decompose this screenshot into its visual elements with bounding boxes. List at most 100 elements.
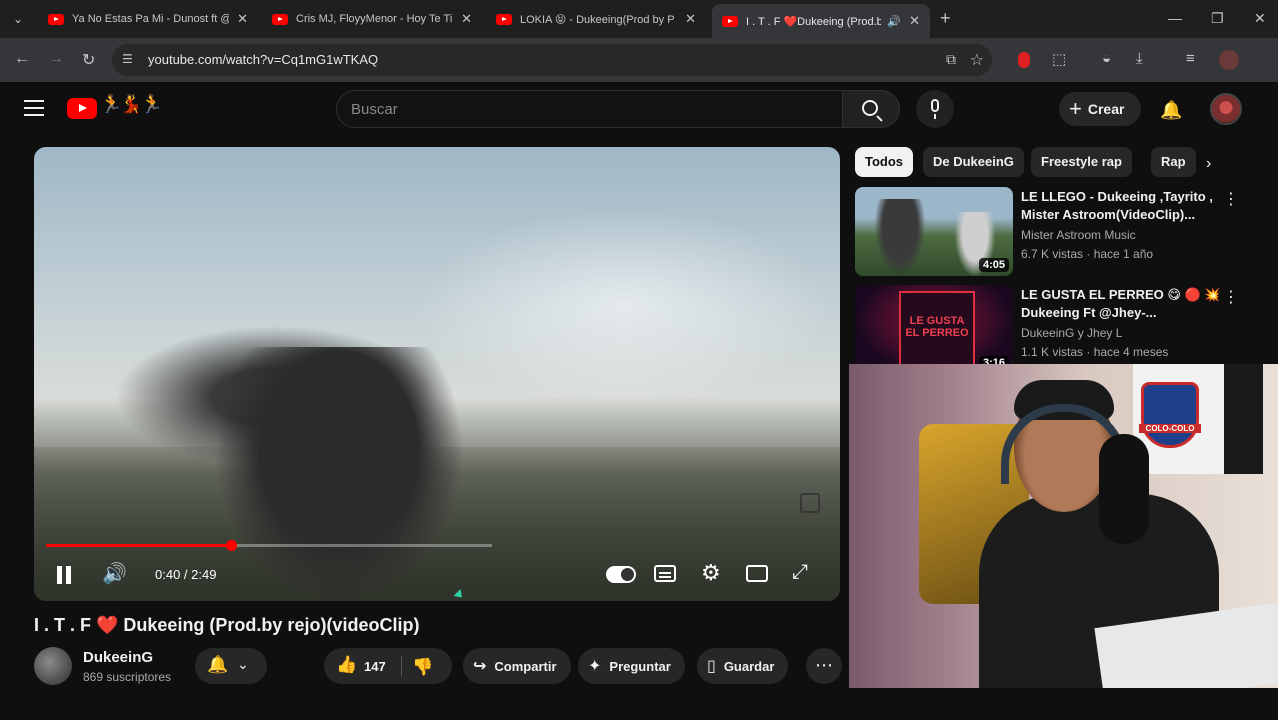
more-options-icon[interactable]: ⋮ <box>1223 287 1239 307</box>
webcam-overlay: COLO-COLO <box>849 364 1278 688</box>
install-app-icon[interactable]: ⧉ <box>946 51 956 68</box>
youtube-doodle[interactable]: 🏃💃🏃 <box>100 94 163 115</box>
save-label: Guardar <box>723 658 775 674</box>
fullscreen-icon[interactable]: ⤢ <box>792 561 808 584</box>
bookmark-star-icon[interactable]: ☆ <box>970 50 984 70</box>
minimize-icon[interactable]: — <box>1168 10 1182 26</box>
tab-search-icon[interactable]: ⌄ <box>6 8 30 30</box>
save-button[interactable]: ▯ Guardar <box>697 648 789 684</box>
browser-toolbar: ← → ↻ ☰ youtube.com/watch?v=Cq1mG1wTKAQ … <box>0 38 1278 82</box>
recommendation-channel[interactable]: DukeeinG y Jhey L <box>1021 326 1122 340</box>
sparkle-icon: ✦ <box>588 658 602 675</box>
chip-rap[interactable]: Rap <box>1151 147 1196 177</box>
chip-from-channel[interactable]: De DukeeinG <box>923 147 1024 177</box>
bell-icon: 🔔 <box>207 655 229 674</box>
download-icon[interactable]: ⤓ <box>1136 50 1143 67</box>
pause-icon[interactable] <box>56 566 72 584</box>
incognito-icon[interactable]: ◒ <box>1102 50 1111 67</box>
browser-tab-2[interactable]: Cris MJ, FloyyMenor - Hoy Te Ti ✕ <box>262 4 482 34</box>
close-window-icon[interactable]: ✕ <box>1254 10 1266 27</box>
like-count[interactable]: 147 <box>364 659 386 674</box>
share-button[interactable]: ↪ Compartir <box>463 648 571 684</box>
tab-title: Ya No Estas Pa Mi - Dunost ft @ <box>72 13 230 25</box>
recommendation-channel[interactable]: Mister Astroom Music <box>1021 228 1136 242</box>
like-dislike-group: 👍 147 👍 <box>324 648 452 684</box>
chevron-right-icon[interactable]: › <box>1206 155 1211 173</box>
theater-mode-icon[interactable] <box>746 565 768 582</box>
video-thumbnail[interactable]: 4:05 <box>855 187 1013 276</box>
create-label: Crear <box>1087 101 1125 117</box>
search-placeholder: Buscar <box>351 101 398 118</box>
account-avatar[interactable] <box>1210 93 1242 125</box>
dislike-icon[interactable]: 👍 <box>412 656 433 676</box>
channel-avatar[interactable] <box>34 647 72 685</box>
subscriber-count: 869 suscriptores <box>83 670 172 684</box>
create-button[interactable]: + Crear <box>1059 92 1141 126</box>
video-title: I . T . F ❤️ Dukeeing (Prod.by rejo)(vid… <box>34 615 420 635</box>
video-duration: 4:05 <box>978 258 1009 272</box>
video-player[interactable]: 🔊 0:40 / 2:49 ⚙ ⤢ <box>34 147 840 601</box>
extension-icon[interactable] <box>1018 52 1030 68</box>
volume-icon[interactable]: 🔊 <box>102 561 127 586</box>
subtitles-icon[interactable] <box>654 565 676 582</box>
tab-title: I . T . F ❤️Dukeeing (Prod.b <box>746 15 882 28</box>
recommendation-title[interactable]: LE GUSTA EL PERREO 😋 🔴 💥 Dukeeing Ft @Jh… <box>1021 286 1221 322</box>
close-tab-icon[interactable]: ✕ <box>685 11 696 27</box>
recommendation-title[interactable]: LE LLEGO - Dukeeing ,Tayrito , Mister As… <box>1021 188 1221 224</box>
extensions-puzzle-icon[interactable]: ⬚ <box>1052 50 1066 68</box>
chip-all[interactable]: Todos <box>855 147 914 177</box>
voice-search-button[interactable] <box>916 90 954 128</box>
filter-chips: Todos De DukeeinG Freestyle rap Rap <box>855 147 1225 179</box>
ask-button[interactable]: ✦ Preguntar <box>578 648 685 684</box>
recommendation-item[interactable]: 4:05 LE LLEGO - Dukeeing ,Tayrito , Mist… <box>855 187 1239 277</box>
channel-name[interactable]: DukeeinG <box>83 649 153 666</box>
browser-profile-icon[interactable] <box>1219 50 1239 70</box>
maximize-icon[interactable]: ❐ <box>1211 10 1224 27</box>
search-icon <box>862 100 878 116</box>
browser-tab-strip: ⌄ Ya No Estas Pa Mi - Dunost ft @ ✕ Cris… <box>0 0 1278 38</box>
close-tab-icon[interactable]: ✕ <box>461 11 472 27</box>
ask-label: Preguntar <box>609 658 671 674</box>
forward-icon[interactable]: → <box>48 50 64 68</box>
youtube-logo-icon[interactable] <box>67 98 97 119</box>
new-tab-icon[interactable]: + <box>940 8 951 29</box>
share-icon: ↪ <box>473 658 487 675</box>
autoplay-toggle[interactable] <box>606 566 636 583</box>
like-icon[interactable]: 👍 <box>336 655 357 675</box>
browser-tab-3[interactable]: LOKIA 😝 - Dukeeing(Prod by P ✕ <box>486 4 706 34</box>
media-control-icon[interactable]: ≡ <box>1186 50 1195 67</box>
search-button[interactable] <box>842 90 900 128</box>
time-display: 0:40 / 2:49 <box>155 567 217 582</box>
site-info-icon[interactable]: ☰ <box>122 52 133 66</box>
more-options-icon[interactable]: ⋮ <box>1223 189 1239 209</box>
recommendation-meta: 1.1 K vistas · hace 4 meses <box>1021 345 1169 359</box>
address-bar[interactable]: ☰ youtube.com/watch?v=Cq1mG1wTKAQ ⧉ ☆ <box>112 44 992 76</box>
video-thumbnail[interactable]: LE GUSTA EL PERREO 3:16 <box>855 285 1013 374</box>
progress-scrubber[interactable] <box>226 540 237 551</box>
colo-colo-crest-icon <box>1141 382 1199 448</box>
tab-audio-icon[interactable]: 🔊 <box>887 15 901 28</box>
subscription-bell-button[interactable]: 🔔 ⌄ <box>195 648 267 684</box>
settings-gear-icon[interactable]: ⚙ <box>701 560 721 586</box>
youtube-header: 🏃💃🏃 Buscar + Crear 🔔 <box>0 82 1278 138</box>
tab-title: LOKIA 😝 - Dukeeing(Prod by P <box>520 13 675 26</box>
tab-title: Cris MJ, FloyyMenor - Hoy Te Ti <box>296 13 453 25</box>
menu-icon[interactable] <box>24 100 44 116</box>
reload-icon[interactable]: ↻ <box>82 50 95 70</box>
recommendation-item[interactable]: LE GUSTA EL PERREO 3:16 LE GUSTA EL PERR… <box>855 285 1239 375</box>
chevron-down-icon: ⌄ <box>237 656 249 672</box>
search-input[interactable]: Buscar <box>336 90 842 128</box>
flag-text: COLO-COLO <box>1139 424 1201 433</box>
close-tab-icon[interactable]: ✕ <box>237 11 248 27</box>
plus-icon: + <box>1069 96 1082 121</box>
back-icon[interactable]: ← <box>14 50 30 68</box>
more-actions-icon[interactable]: ⋯ <box>806 648 842 684</box>
browser-tab-1[interactable]: Ya No Estas Pa Mi - Dunost ft @ ✕ <box>38 4 258 34</box>
youtube-favicon-icon <box>722 15 738 27</box>
close-tab-icon[interactable]: ✕ <box>909 13 920 29</box>
bookmark-icon: ▯ <box>707 658 716 675</box>
chip-freestyle-rap[interactable]: Freestyle rap <box>1031 147 1132 177</box>
notifications-bell-icon[interactable]: 🔔 <box>1160 100 1182 121</box>
browser-tab-active[interactable]: I . T . F ❤️Dukeeing (Prod.b 🔊 ✕ <box>712 4 930 38</box>
video-watermark-icon <box>800 493 820 513</box>
